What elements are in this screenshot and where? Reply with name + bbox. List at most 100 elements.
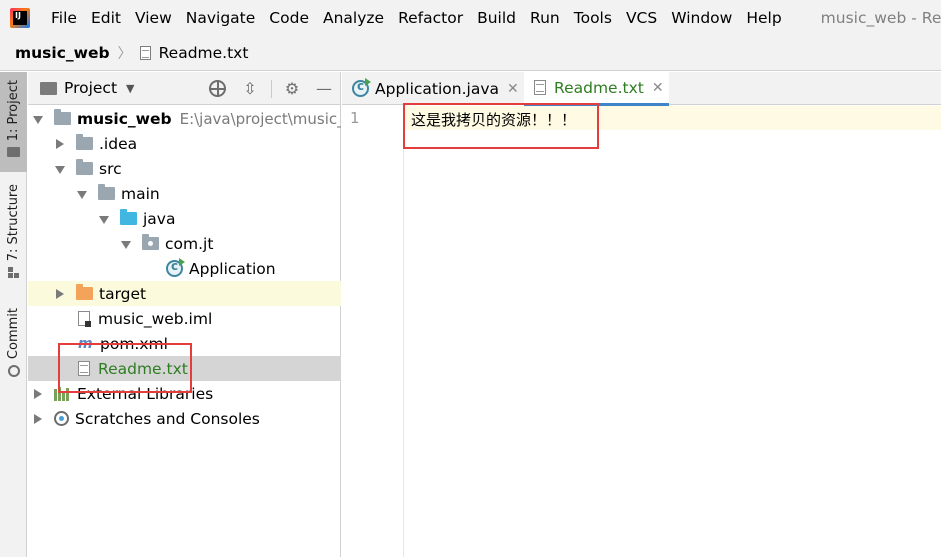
package-icon (142, 234, 159, 250)
tree-label: External Libraries (77, 384, 214, 403)
code-area[interactable]: 这是我拷贝的资源！！！ (405, 106, 941, 557)
menu-code[interactable]: Code (262, 9, 316, 27)
folder-icon (98, 184, 115, 200)
minimize-icon[interactable]: — (315, 80, 333, 98)
structure-icon (8, 267, 19, 279)
line-number: 1 (350, 109, 360, 127)
tree-row-src[interactable]: src (28, 156, 341, 181)
chevron-right-icon[interactable] (32, 388, 44, 400)
commit-icon (7, 365, 20, 378)
project-panel: Project ▼ ⇳ ⚙ — music_web E:\java\projec… (28, 72, 341, 557)
tab-readme-txt[interactable]: Readme.txt ✕ (524, 72, 669, 106)
project-panel-header: Project ▼ ⇳ ⚙ — (28, 72, 340, 105)
project-folder-icon (40, 81, 57, 95)
menu-window[interactable]: Window (664, 9, 739, 27)
tab-label: Readme.txt (554, 78, 644, 97)
tree-label: pom.xml (100, 334, 168, 353)
chevron-down-icon[interactable] (120, 238, 132, 250)
breadcrumb-project[interactable]: music_web (15, 44, 110, 62)
module-file-icon (78, 311, 91, 327)
gear-icon[interactable]: ⚙ (283, 80, 301, 98)
folder-icon (76, 159, 93, 175)
scratches-icon (54, 411, 69, 426)
tree-label: main (121, 184, 160, 203)
menu-refactor[interactable]: Refactor (391, 9, 470, 27)
menu-edit[interactable]: Edit (84, 9, 128, 27)
tree-label: target (99, 284, 147, 303)
menu-vcs[interactable]: VCS (619, 9, 664, 27)
project-view-selector[interactable]: Project (64, 79, 117, 97)
breadcrumb-file[interactable]: Readme.txt (159, 44, 249, 62)
tree-row-external-libraries[interactable]: External Libraries (28, 381, 341, 406)
tab-application-java[interactable]: Application.java ✕ (342, 72, 519, 105)
structure-tool-label: 7: Structure (6, 184, 21, 262)
collapse-all-icon[interactable]: ⇳ (241, 80, 259, 98)
java-class-icon (166, 258, 185, 277)
tree-row-readme[interactable]: Readme.txt (28, 356, 341, 381)
chevron-down-icon[interactable] (54, 163, 66, 175)
close-icon[interactable]: ✕ (507, 81, 519, 97)
tree-row-music-web[interactable]: music_web E:\java\project\music_we (28, 106, 341, 131)
tree-row-target[interactable]: target (28, 281, 341, 306)
locate-file-icon[interactable] (209, 80, 226, 97)
tree-label: com.jt (165, 234, 214, 253)
tree-row-com-jt[interactable]: com.jt (28, 231, 341, 256)
tree-label: music_web.iml (98, 309, 213, 328)
close-icon[interactable]: ✕ (652, 80, 664, 96)
chevron-right-icon: 〉 (117, 46, 132, 62)
project-tool-button[interactable]: 1: Project (0, 72, 27, 172)
tree-row-application[interactable]: Application (28, 256, 341, 281)
menu-file[interactable]: File (44, 9, 84, 27)
menu-tools[interactable]: Tools (567, 9, 619, 27)
menu-build[interactable]: Build (470, 9, 523, 27)
menu-run[interactable]: Run (523, 9, 567, 27)
tree-path: E:\java\project\music_we (179, 109, 341, 128)
editor-tabs: Application.java ✕ Readme.txt ✕ (342, 72, 941, 106)
tree-label: java (143, 209, 176, 228)
tree-label: Scratches and Consoles (75, 409, 260, 428)
tree-label: music_web (77, 109, 172, 128)
folder-icon (76, 134, 93, 150)
line-gutter: 1 (342, 106, 404, 557)
menu-analyze[interactable]: Analyze (316, 9, 391, 27)
menu-help[interactable]: Help (739, 9, 788, 27)
tree-label: Readme.txt (98, 359, 188, 378)
breadcrumb: music_web 〉 Readme.txt (0, 36, 941, 71)
tree-row-pom-xml[interactable]: m pom.xml (28, 331, 341, 356)
tree-row-idea[interactable]: .idea (28, 131, 341, 156)
editor: Application.java ✕ Readme.txt ✕ 1 这是我拷贝的… (342, 72, 941, 557)
excluded-folder-icon (76, 284, 93, 300)
commit-tool-button[interactable]: Commit (0, 308, 27, 388)
structure-tool-button[interactable]: 7: Structure (0, 184, 27, 294)
module-folder-icon (54, 109, 71, 125)
tab-label: Application.java (375, 79, 500, 98)
chevron-down-icon[interactable]: ▼ (126, 82, 134, 95)
folder-icon (7, 147, 20, 158)
code-line[interactable]: 这是我拷贝的资源！！！ (411, 109, 576, 130)
menu-bar: IJ File Edit View Navigate Code Analyze … (0, 0, 941, 36)
java-class-icon (352, 78, 371, 97)
tree-row-music-web-iml[interactable]: music_web.iml (28, 306, 341, 331)
chevron-down-icon[interactable] (32, 113, 44, 125)
text-file-icon (139, 46, 151, 60)
chevron-right-icon[interactable] (32, 413, 44, 425)
chevron-down-icon[interactable] (76, 188, 88, 200)
text-file-icon (78, 361, 90, 376)
tree-label: .idea (99, 134, 138, 153)
window-title: music_web - Read (820, 9, 941, 27)
menu-view[interactable]: View (128, 9, 179, 27)
tree-row-java[interactable]: java (28, 206, 341, 231)
tree-label: Application (189, 259, 276, 278)
intellij-logo-icon: IJ (10, 8, 30, 28)
text-file-icon (534, 80, 546, 95)
tree-row-scratches[interactable]: Scratches and Consoles (28, 406, 341, 431)
project-tool-label: 1: Project (6, 80, 21, 142)
chevron-right-icon[interactable] (54, 138, 66, 150)
chevron-down-icon[interactable] (98, 213, 110, 225)
tree-row-main[interactable]: main (28, 181, 341, 206)
menu-navigate[interactable]: Navigate (179, 9, 263, 27)
commit-tool-label: Commit (6, 308, 21, 360)
chevron-right-icon[interactable] (54, 288, 66, 300)
library-icon (54, 386, 72, 401)
maven-icon: m (78, 335, 93, 352)
